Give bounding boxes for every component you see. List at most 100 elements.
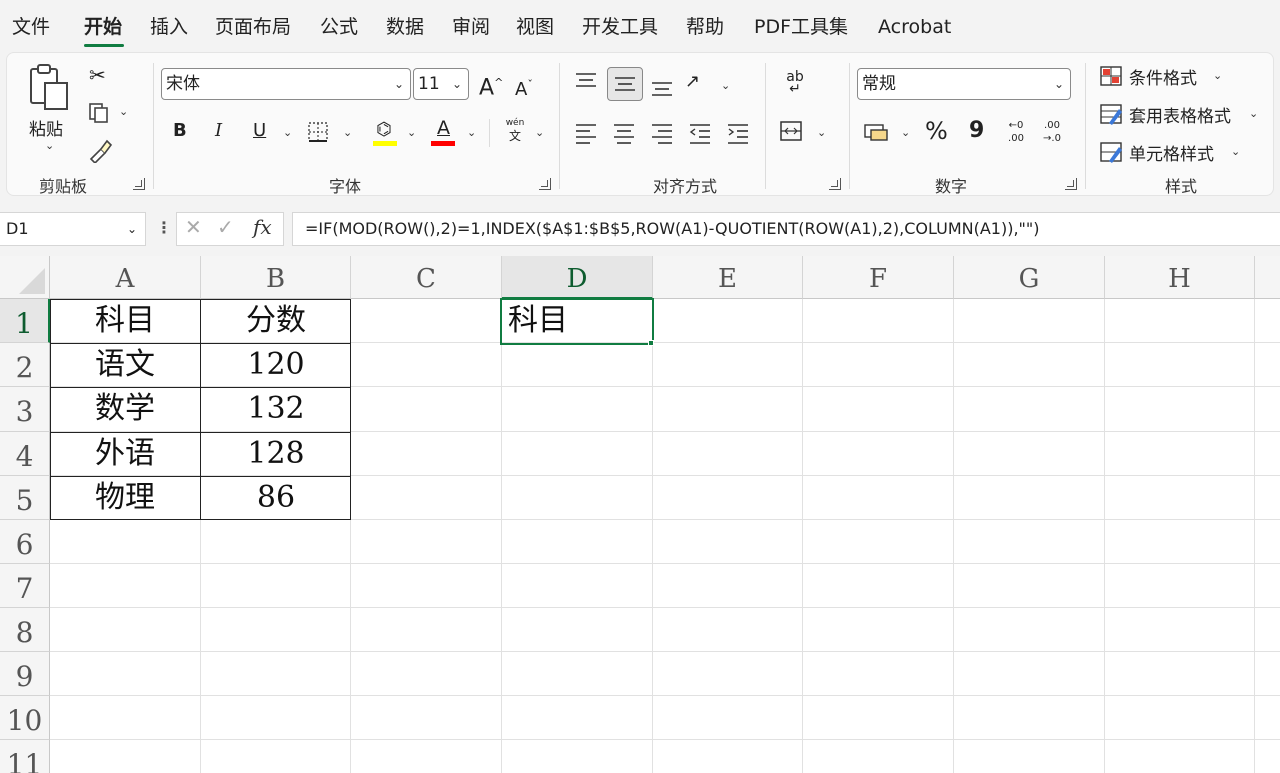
accounting-dropdown-icon[interactable]: ⌄ [901, 126, 910, 139]
tab-view[interactable]: 视图 [516, 14, 554, 40]
font-size-combo[interactable]: 11 ⌄ [413, 68, 469, 100]
cell-b4[interactable]: 128 [201, 432, 351, 476]
cell-b5[interactable]: 86 [201, 476, 351, 520]
clipboard-launcher-icon[interactable] [133, 178, 145, 190]
decrease-decimal-button[interactable]: .00 →.0 [1037, 119, 1067, 149]
row-header-10[interactable]: 10 [0, 696, 50, 740]
bold-button[interactable]: B [173, 117, 187, 145]
formula-input[interactable]: =IF(MOD(ROW(),2)=1,INDEX($A$1:$B$5,ROW(A… [292, 212, 1280, 246]
paste-button[interactable] [27, 63, 75, 123]
align-middle-button[interactable] [607, 67, 643, 101]
accounting-format-button[interactable] [863, 121, 891, 145]
row-header-7[interactable]: 7 [0, 564, 50, 608]
select-all-corner[interactable] [0, 256, 50, 299]
number-format-combo[interactable]: 常规 ⌄ [857, 68, 1071, 100]
format-painter-button[interactable] [87, 137, 115, 165]
cell-b3[interactable]: 132 [201, 387, 351, 432]
underline-button[interactable]: U [253, 117, 266, 145]
percent-button[interactable]: % [925, 117, 948, 145]
format-as-table-button[interactable]: 套用表格格式 ⌄ [1099, 101, 1269, 131]
worksheet-grid[interactable]: A B C D E F G H 1 2 3 4 5 6 7 8 9 10 11 … [0, 256, 1280, 773]
merge-dropdown-icon[interactable]: ⌄ [817, 126, 826, 139]
phonetic-button[interactable]: wén 文 [499, 117, 531, 149]
column-header-f[interactable]: F [803, 256, 954, 299]
cell-a2[interactable]: 语文 [50, 343, 200, 387]
align-right-button[interactable] [649, 119, 677, 147]
column-header-b[interactable]: B [201, 256, 351, 299]
align-center-button[interactable] [611, 119, 639, 147]
column-header-h[interactable]: H [1105, 256, 1255, 299]
row-header-2[interactable]: 2 [0, 343, 50, 387]
column-header-a[interactable]: A [50, 256, 201, 299]
tab-page-layout[interactable]: 页面布局 [215, 14, 291, 40]
column-header-e[interactable]: E [653, 256, 803, 299]
copy-button[interactable]: ⌄ [87, 101, 135, 125]
shrink-font-button[interactable]: Aˇ [515, 71, 533, 104]
tab-review[interactable]: 审阅 [452, 14, 490, 40]
row-header-8[interactable]: 8 [0, 608, 50, 652]
row-header-1[interactable]: 1 [0, 299, 50, 343]
phonetic-dropdown-icon[interactable]: ⌄ [535, 126, 544, 139]
merge-center-button[interactable] [779, 119, 805, 145]
cut-icon[interactable]: ✂ [89, 63, 106, 87]
cell-b2[interactable]: 120 [201, 343, 351, 387]
fill-handle[interactable] [648, 340, 654, 346]
borders-dropdown-icon[interactable]: ⌄ [343, 126, 352, 139]
comma-style-button[interactable]: 9 [969, 117, 984, 145]
cell-styles-button[interactable]: 单元格样式 ⌄ [1099, 139, 1269, 169]
tab-acrobat[interactable]: Acrobat [878, 14, 951, 40]
align-left-button[interactable] [573, 119, 601, 147]
tab-formulas[interactable]: 公式 [320, 14, 358, 40]
name-box[interactable]: D1 ⌄ [0, 212, 146, 246]
column-header-next[interactable] [1255, 256, 1280, 299]
tab-file[interactable]: 文件 [12, 14, 50, 40]
tab-help[interactable]: 帮助 [686, 14, 724, 40]
fill-dropdown-icon[interactable]: ⌄ [407, 126, 416, 139]
tab-home[interactable]: 开始 [84, 14, 122, 40]
cell-a1[interactable]: 科目 [50, 299, 200, 343]
orientation-dropdown-icon[interactable]: ⌄ [721, 79, 730, 92]
align-top-button[interactable] [573, 69, 601, 97]
cell-b1[interactable]: 分数 [201, 299, 351, 343]
align-bottom-button[interactable] [649, 71, 677, 99]
underline-dropdown-icon[interactable]: ⌄ [283, 126, 292, 139]
insert-function-button[interactable]: fx [253, 215, 272, 239]
tab-developer[interactable]: 开发工具 [582, 14, 658, 40]
italic-button[interactable]: I [215, 117, 222, 145]
tab-data[interactable]: 数据 [386, 14, 424, 40]
font-name-combo[interactable]: 宋体 ⌄ [161, 68, 411, 100]
increase-decimal-button[interactable]: ←0 .00 [1001, 119, 1031, 149]
increase-indent-button[interactable] [725, 119, 753, 147]
increase-indent-icon [728, 124, 748, 144]
confirm-icon[interactable]: ✓ [217, 215, 234, 239]
row-header-9[interactable]: 9 [0, 652, 50, 696]
conditional-formatting-button[interactable]: 条件格式 ⌄ [1099, 63, 1269, 93]
row-header-4[interactable]: 4 [0, 432, 50, 476]
column-header-g[interactable]: G [954, 256, 1105, 299]
column-header-c[interactable]: C [351, 256, 502, 299]
more-options-icon[interactable]: ⋮ [156, 218, 172, 237]
cancel-icon[interactable]: ✕ [185, 215, 202, 239]
number-launcher-icon[interactable] [1065, 178, 1077, 190]
row-header-3[interactable]: 3 [0, 387, 50, 432]
paste-dropdown-icon[interactable]: ⌄ [45, 139, 54, 152]
grow-font-button[interactable]: A^ [479, 69, 503, 102]
row-header-6[interactable]: 6 [0, 520, 50, 564]
orientation-icon[interactable]: ↗ [685, 71, 700, 92]
font-launcher-icon[interactable] [539, 178, 551, 190]
row-header-11[interactable]: 11 [0, 740, 50, 773]
cell-a4[interactable]: 外语 [50, 432, 200, 476]
decrease-indent-button[interactable] [687, 119, 715, 147]
borders-button[interactable] [307, 121, 331, 145]
tab-pdf-tools[interactable]: PDF工具集 [754, 14, 848, 40]
fill-color-button[interactable]: ⌬ [373, 119, 399, 147]
tab-insert[interactable]: 插入 [150, 14, 188, 40]
font-color-dropdown-icon[interactable]: ⌄ [467, 126, 476, 139]
alignment-launcher-icon[interactable] [829, 178, 841, 190]
row-header-5[interactable]: 5 [0, 476, 50, 520]
wrap-text-button[interactable]: ab ↵ [781, 70, 809, 101]
cell-a5[interactable]: 物理 [50, 476, 200, 520]
column-header-d[interactable]: D [502, 256, 653, 299]
font-color-button[interactable]: A [431, 117, 457, 147]
cell-a3[interactable]: 数学 [50, 387, 200, 432]
